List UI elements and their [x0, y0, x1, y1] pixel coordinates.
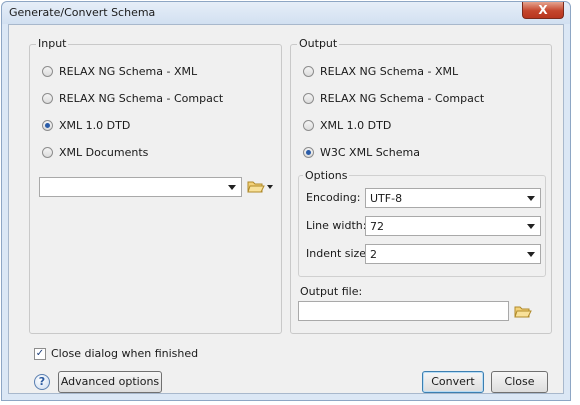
radio-button[interactable]: [303, 146, 314, 158]
convert-button[interactable]: Convert: [422, 371, 484, 393]
input-radio-xml-documents[interactable]: XML Documents: [42, 144, 148, 160]
radio-button[interactable]: [42, 119, 53, 131]
input-radio-relaxng-xml[interactable]: RELAX NG Schema - XML: [42, 63, 197, 79]
encoding-select[interactable]: UTF-8: [365, 188, 541, 208]
window-close-button[interactable]: X: [522, 2, 564, 19]
output-radio-relaxng-compact[interactable]: RELAX NG Schema - Compact: [303, 90, 484, 106]
chevron-down-icon[interactable]: [228, 185, 236, 190]
output-group: Output RELAX NG Schema - XML RELAX NG Sc…: [290, 37, 552, 334]
output-file-input[interactable]: [298, 301, 509, 321]
input-group: Input RELAX NG Schema - XML RELAX NG Sch…: [29, 37, 282, 334]
encoding-label: Encoding:: [306, 191, 361, 204]
help-icon[interactable]: ?: [34, 374, 50, 390]
chevron-down-icon[interactable]: [527, 252, 535, 257]
encoding-value: UTF-8: [370, 192, 403, 205]
close-when-finished-checkbox[interactable]: ✓: [34, 347, 46, 360]
input-radio-xml-dtd[interactable]: XML 1.0 DTD: [42, 117, 130, 133]
chevron-down-icon[interactable]: [527, 224, 535, 229]
line-width-select[interactable]: 72: [365, 216, 541, 236]
radio-button[interactable]: [303, 119, 314, 131]
radio-label: RELAX NG Schema - XML: [320, 64, 459, 78]
radio-label: XML Documents: [59, 145, 149, 159]
radio-label: RELAX NG Schema - Compact: [320, 91, 485, 105]
folder-open-icon[interactable]: [514, 304, 532, 319]
line-width-value: 72: [370, 220, 384, 233]
options-group-title: Options: [303, 169, 350, 182]
radio-button[interactable]: [42, 146, 53, 158]
output-file-label: Output file:: [300, 285, 363, 298]
close-button[interactable]: Close: [491, 371, 548, 393]
close-when-finished-label: Close dialog when finished: [51, 347, 199, 360]
folder-open-icon[interactable]: [247, 179, 265, 194]
chevron-down-icon[interactable]: [267, 185, 273, 189]
indent-size-value: 2: [370, 248, 377, 261]
output-group-title: Output: [297, 37, 340, 50]
radio-label: XML 1.0 DTD: [59, 118, 131, 132]
output-radio-xml-dtd[interactable]: XML 1.0 DTD: [303, 117, 391, 133]
radio-label: W3C XML Schema: [320, 145, 420, 159]
radio-button[interactable]: [42, 92, 53, 104]
radio-button[interactable]: [303, 65, 314, 77]
radio-label: RELAX NG Schema - Compact: [59, 91, 224, 105]
input-radio-relaxng-compact[interactable]: RELAX NG Schema - Compact: [42, 90, 223, 106]
input-file-combo[interactable]: [39, 177, 242, 197]
indent-size-select[interactable]: 2: [365, 244, 541, 264]
dialog-window: Generate/Convert Schema X Input RELAX NG…: [1, 1, 571, 401]
radio-button[interactable]: [303, 92, 314, 104]
line-width-label: Line width:: [306, 219, 367, 232]
radio-label: XML 1.0 DTD: [320, 118, 392, 132]
advanced-options-button[interactable]: Advanced options: [58, 371, 162, 393]
close-when-finished-option[interactable]: ✓ Close dialog when finished: [34, 347, 198, 360]
indent-size-label: Indent size:: [306, 247, 370, 260]
radio-button[interactable]: [42, 65, 53, 77]
output-radio-relaxng-xml[interactable]: RELAX NG Schema - XML: [303, 63, 458, 79]
input-group-title: Input: [36, 37, 69, 50]
window-title: Generate/Convert Schema: [9, 6, 156, 19]
dialog-client-area: Input RELAX NG Schema - XML RELAX NG Sch…: [8, 24, 564, 394]
title-bar: Generate/Convert Schema X: [2, 2, 570, 24]
radio-label: RELAX NG Schema - XML: [59, 64, 198, 78]
output-radio-w3c-schema[interactable]: W3C XML Schema: [303, 144, 420, 160]
options-group: Options Encoding: UTF-8 Line width: 72 I…: [298, 169, 546, 277]
chevron-down-icon[interactable]: [527, 196, 535, 201]
